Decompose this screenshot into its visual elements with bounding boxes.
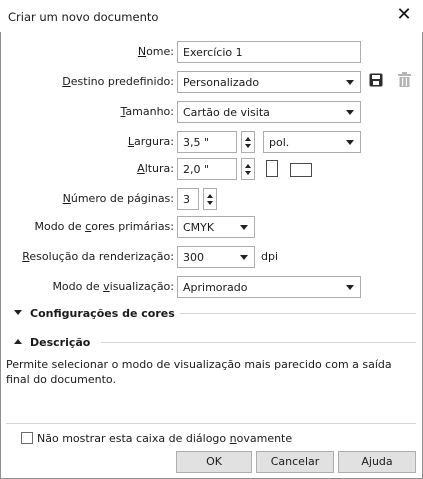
description-section-header[interactable]: Descrição (0, 333, 423, 353)
landscape-icon[interactable] (290, 163, 312, 177)
size-dropdown[interactable]: Cartão de visita (177, 101, 361, 123)
chevron-down-icon (346, 140, 354, 145)
width-input[interactable]: 3,5 " (177, 131, 237, 153)
expanded-arrow-icon (14, 339, 22, 344)
footer-divider (6, 423, 416, 424)
height-stepper[interactable] (241, 158, 255, 180)
preset-dropdown[interactable]: Personalizado (177, 71, 361, 93)
dont-show-label[interactable]: Não mostrar esta caixa de diálogo novame… (37, 432, 292, 445)
height-label: Altura: (137, 162, 174, 175)
dont-show-checkbox[interactable] (21, 432, 33, 444)
close-icon[interactable]: ✕ (393, 4, 415, 26)
stepper-down-icon (245, 144, 251, 148)
resolution-unit: dpi (261, 250, 279, 263)
delete-preset-icon[interactable] (398, 72, 411, 88)
color-mode-value: CMYK (183, 221, 215, 234)
help-button[interactable]: Ajuda (338, 451, 416, 473)
section-divider (101, 342, 416, 343)
chevron-down-icon (346, 110, 354, 115)
pages-input[interactable]: 3 (177, 188, 199, 210)
width-label: Largura: (127, 135, 174, 148)
name-input[interactable]: Exercício 1 (177, 41, 361, 63)
chevron-down-icon (240, 225, 248, 230)
size-value: Cartão de visita (183, 106, 270, 119)
color-settings-section-header[interactable]: Configurações de cores (0, 304, 423, 324)
resolution-label: Resolução da renderização: (22, 250, 174, 263)
pages-label: Número de páginas: (62, 192, 174, 205)
stepper-down-icon (207, 201, 213, 205)
stepper-up-icon (245, 164, 251, 168)
resolution-dropdown[interactable]: 300 (177, 246, 255, 268)
preset-label: Destino predefinido: (62, 75, 174, 88)
stepper-down-icon (245, 171, 251, 175)
chevron-down-icon (240, 255, 248, 260)
pages-stepper[interactable] (203, 188, 217, 210)
stepper-up-icon (245, 137, 251, 141)
section-divider (180, 313, 416, 314)
view-mode-value: Aprimorado (183, 281, 248, 294)
color-mode-label: Modo de cores primárias: (34, 220, 174, 233)
title-bar: Criar um novo documento ✕ (0, 0, 423, 32)
color-settings-title: Configurações de cores (30, 307, 175, 320)
cancel-button[interactable]: Cancelar (256, 451, 334, 473)
chevron-down-icon (346, 285, 354, 290)
dialog-title: Criar um novo documento (8, 10, 159, 24)
description-title: Descrição (30, 336, 91, 349)
unit-dropdown[interactable]: pol. (263, 131, 361, 153)
resolution-value: 300 (183, 251, 204, 264)
width-stepper[interactable] (241, 131, 255, 153)
unit-value: pol. (269, 136, 290, 149)
chevron-down-icon (346, 80, 354, 85)
size-label: Tamanho: (120, 105, 174, 118)
view-mode-label: Modo de visualização: (52, 280, 174, 293)
description-text: Permite selecionar o modo de visualizaçã… (6, 358, 392, 386)
portrait-icon[interactable] (266, 160, 278, 177)
collapsed-arrow-icon (14, 310, 22, 315)
stepper-up-icon (207, 194, 213, 198)
preset-value: Personalizado (183, 76, 260, 89)
save-preset-icon[interactable] (369, 73, 383, 87)
height-input[interactable]: 2,0 " (177, 158, 237, 180)
view-mode-dropdown[interactable]: Aprimorado (177, 276, 361, 298)
ok-button[interactable]: OK (176, 451, 252, 473)
color-mode-dropdown[interactable]: CMYK (177, 216, 255, 238)
name-label: Nome: (137, 45, 174, 58)
